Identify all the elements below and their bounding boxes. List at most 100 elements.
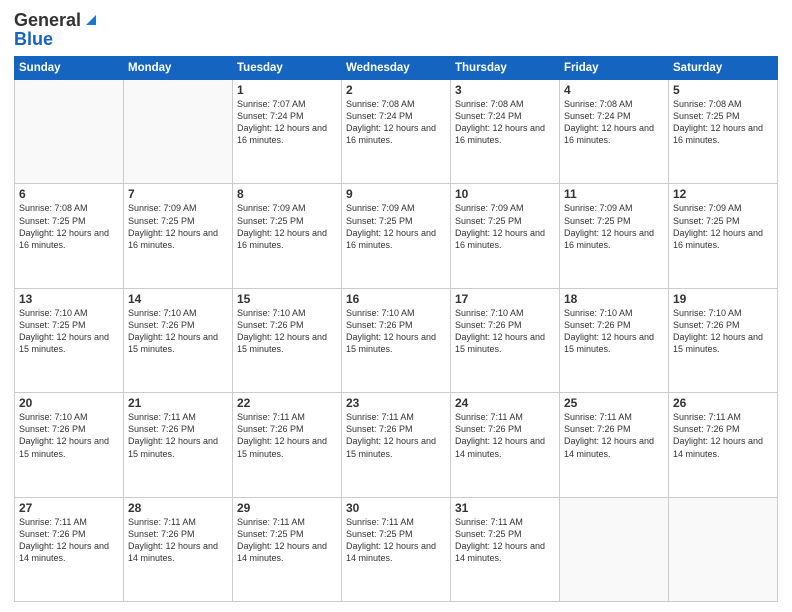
calendar-cell: 28Sunrise: 7:11 AM Sunset: 7:26 PM Dayli…	[124, 497, 233, 601]
day-info: Sunrise: 7:10 AM Sunset: 7:26 PM Dayligh…	[19, 411, 119, 460]
day-info: Sunrise: 7:11 AM Sunset: 7:25 PM Dayligh…	[237, 516, 337, 565]
day-number: 22	[237, 396, 337, 410]
calendar-cell: 26Sunrise: 7:11 AM Sunset: 7:26 PM Dayli…	[669, 393, 778, 497]
day-number: 25	[564, 396, 664, 410]
header-monday: Monday	[124, 57, 233, 80]
header-friday: Friday	[560, 57, 669, 80]
calendar-cell	[560, 497, 669, 601]
day-number: 10	[455, 187, 555, 201]
day-number: 31	[455, 501, 555, 515]
day-info: Sunrise: 7:11 AM Sunset: 7:26 PM Dayligh…	[19, 516, 119, 565]
day-number: 24	[455, 396, 555, 410]
day-info: Sunrise: 7:08 AM Sunset: 7:24 PM Dayligh…	[455, 98, 555, 147]
day-info: Sunrise: 7:09 AM Sunset: 7:25 PM Dayligh…	[346, 202, 446, 251]
day-info: Sunrise: 7:11 AM Sunset: 7:26 PM Dayligh…	[128, 516, 228, 565]
day-info: Sunrise: 7:09 AM Sunset: 7:25 PM Dayligh…	[128, 202, 228, 251]
calendar-cell: 18Sunrise: 7:10 AM Sunset: 7:26 PM Dayli…	[560, 288, 669, 392]
calendar-cell: 20Sunrise: 7:10 AM Sunset: 7:26 PM Dayli…	[15, 393, 124, 497]
calendar-week-row: 27Sunrise: 7:11 AM Sunset: 7:26 PM Dayli…	[15, 497, 778, 601]
day-number: 4	[564, 83, 664, 97]
day-info: Sunrise: 7:11 AM Sunset: 7:26 PM Dayligh…	[128, 411, 228, 460]
calendar-cell: 17Sunrise: 7:10 AM Sunset: 7:26 PM Dayli…	[451, 288, 560, 392]
day-number: 6	[19, 187, 119, 201]
day-info: Sunrise: 7:10 AM Sunset: 7:26 PM Dayligh…	[455, 307, 555, 356]
day-number: 3	[455, 83, 555, 97]
day-number: 27	[19, 501, 119, 515]
calendar-cell	[124, 80, 233, 184]
day-number: 16	[346, 292, 446, 306]
header-thursday: Thursday	[451, 57, 560, 80]
day-info: Sunrise: 7:10 AM Sunset: 7:26 PM Dayligh…	[564, 307, 664, 356]
day-info: Sunrise: 7:07 AM Sunset: 7:24 PM Dayligh…	[237, 98, 337, 147]
day-info: Sunrise: 7:11 AM Sunset: 7:26 PM Dayligh…	[237, 411, 337, 460]
calendar-week-row: 6Sunrise: 7:08 AM Sunset: 7:25 PM Daylig…	[15, 184, 778, 288]
day-number: 5	[673, 83, 773, 97]
calendar-cell	[669, 497, 778, 601]
calendar-cell: 29Sunrise: 7:11 AM Sunset: 7:25 PM Dayli…	[233, 497, 342, 601]
calendar-cell: 13Sunrise: 7:10 AM Sunset: 7:25 PM Dayli…	[15, 288, 124, 392]
day-number: 23	[346, 396, 446, 410]
day-number: 20	[19, 396, 119, 410]
day-number: 11	[564, 187, 664, 201]
calendar-week-row: 20Sunrise: 7:10 AM Sunset: 7:26 PM Dayli…	[15, 393, 778, 497]
day-info: Sunrise: 7:11 AM Sunset: 7:26 PM Dayligh…	[455, 411, 555, 460]
day-info: Sunrise: 7:11 AM Sunset: 7:26 PM Dayligh…	[564, 411, 664, 460]
calendar-cell: 2Sunrise: 7:08 AM Sunset: 7:24 PM Daylig…	[342, 80, 451, 184]
day-number: 30	[346, 501, 446, 515]
day-info: Sunrise: 7:08 AM Sunset: 7:24 PM Dayligh…	[564, 98, 664, 147]
day-info: Sunrise: 7:09 AM Sunset: 7:25 PM Dayligh…	[564, 202, 664, 251]
header-wednesday: Wednesday	[342, 57, 451, 80]
calendar-page: General Blue Sunday Monday Tuesday Wedne…	[0, 0, 792, 612]
day-info: Sunrise: 7:10 AM Sunset: 7:25 PM Dayligh…	[19, 307, 119, 356]
calendar-cell: 8Sunrise: 7:09 AM Sunset: 7:25 PM Daylig…	[233, 184, 342, 288]
day-info: Sunrise: 7:10 AM Sunset: 7:26 PM Dayligh…	[346, 307, 446, 356]
day-number: 9	[346, 187, 446, 201]
calendar-cell: 5Sunrise: 7:08 AM Sunset: 7:25 PM Daylig…	[669, 80, 778, 184]
calendar-cell: 25Sunrise: 7:11 AM Sunset: 7:26 PM Dayli…	[560, 393, 669, 497]
day-number: 13	[19, 292, 119, 306]
calendar-table: Sunday Monday Tuesday Wednesday Thursday…	[14, 56, 778, 602]
day-number: 14	[128, 292, 228, 306]
day-number: 26	[673, 396, 773, 410]
calendar-week-row: 1Sunrise: 7:07 AM Sunset: 7:24 PM Daylig…	[15, 80, 778, 184]
calendar-cell: 11Sunrise: 7:09 AM Sunset: 7:25 PM Dayli…	[560, 184, 669, 288]
day-info: Sunrise: 7:10 AM Sunset: 7:26 PM Dayligh…	[673, 307, 773, 356]
calendar-cell: 31Sunrise: 7:11 AM Sunset: 7:25 PM Dayli…	[451, 497, 560, 601]
calendar-cell: 27Sunrise: 7:11 AM Sunset: 7:26 PM Dayli…	[15, 497, 124, 601]
day-info: Sunrise: 7:08 AM Sunset: 7:25 PM Dayligh…	[19, 202, 119, 251]
day-info: Sunrise: 7:08 AM Sunset: 7:25 PM Dayligh…	[673, 98, 773, 147]
calendar-cell: 7Sunrise: 7:09 AM Sunset: 7:25 PM Daylig…	[124, 184, 233, 288]
day-info: Sunrise: 7:09 AM Sunset: 7:25 PM Dayligh…	[237, 202, 337, 251]
weekday-header-row: Sunday Monday Tuesday Wednesday Thursday…	[15, 57, 778, 80]
calendar-cell: 12Sunrise: 7:09 AM Sunset: 7:25 PM Dayli…	[669, 184, 778, 288]
calendar-cell: 3Sunrise: 7:08 AM Sunset: 7:24 PM Daylig…	[451, 80, 560, 184]
day-number: 29	[237, 501, 337, 515]
day-number: 28	[128, 501, 228, 515]
day-info: Sunrise: 7:10 AM Sunset: 7:26 PM Dayligh…	[128, 307, 228, 356]
day-info: Sunrise: 7:10 AM Sunset: 7:26 PM Dayligh…	[237, 307, 337, 356]
calendar-cell: 24Sunrise: 7:11 AM Sunset: 7:26 PM Dayli…	[451, 393, 560, 497]
header-saturday: Saturday	[669, 57, 778, 80]
logo-blue: Blue	[14, 29, 53, 50]
day-number: 21	[128, 396, 228, 410]
calendar-cell: 14Sunrise: 7:10 AM Sunset: 7:26 PM Dayli…	[124, 288, 233, 392]
logo-general: General	[14, 10, 81, 31]
logo: General Blue	[14, 10, 100, 50]
day-info: Sunrise: 7:11 AM Sunset: 7:25 PM Dayligh…	[455, 516, 555, 565]
day-info: Sunrise: 7:11 AM Sunset: 7:25 PM Dayligh…	[346, 516, 446, 565]
calendar-cell: 10Sunrise: 7:09 AM Sunset: 7:25 PM Dayli…	[451, 184, 560, 288]
calendar-cell: 23Sunrise: 7:11 AM Sunset: 7:26 PM Dayli…	[342, 393, 451, 497]
day-number: 18	[564, 292, 664, 306]
day-info: Sunrise: 7:09 AM Sunset: 7:25 PM Dayligh…	[455, 202, 555, 251]
day-number: 1	[237, 83, 337, 97]
day-number: 8	[237, 187, 337, 201]
calendar-cell: 6Sunrise: 7:08 AM Sunset: 7:25 PM Daylig…	[15, 184, 124, 288]
calendar-cell: 22Sunrise: 7:11 AM Sunset: 7:26 PM Dayli…	[233, 393, 342, 497]
calendar-cell: 4Sunrise: 7:08 AM Sunset: 7:24 PM Daylig…	[560, 80, 669, 184]
day-info: Sunrise: 7:08 AM Sunset: 7:24 PM Dayligh…	[346, 98, 446, 147]
calendar-cell: 19Sunrise: 7:10 AM Sunset: 7:26 PM Dayli…	[669, 288, 778, 392]
header: General Blue	[14, 10, 778, 50]
day-number: 2	[346, 83, 446, 97]
day-number: 17	[455, 292, 555, 306]
day-number: 19	[673, 292, 773, 306]
